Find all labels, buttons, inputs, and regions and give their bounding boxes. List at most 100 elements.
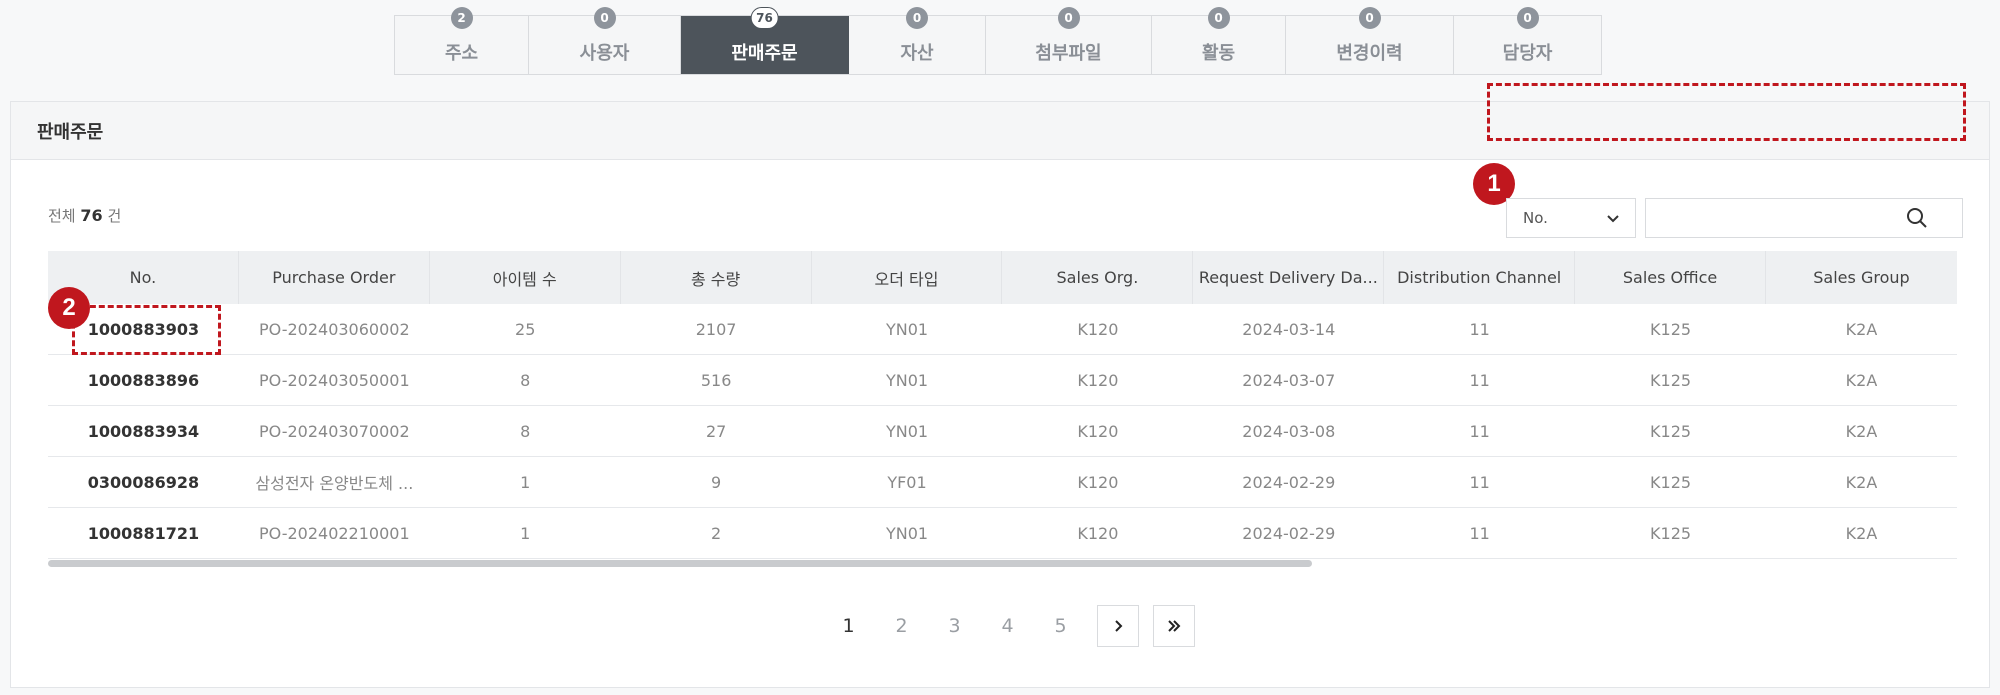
page-4-link[interactable]: 4 [981,615,1034,637]
tab-label: 변경이력 [1336,43,1403,64]
table-cell: PO-202403050001 [259,370,410,390]
table-cell: K125 [1650,523,1692,543]
column-header[interactable]: 오더 타입 [812,251,1003,304]
table-cell: 27 [705,421,727,441]
table-cell: K125 [1650,370,1692,390]
table-cell: 2024-03-08 [1242,421,1336,441]
double-chevron-right-icon [1168,620,1181,632]
tab-sales-orders[interactable]: 76 판매주문 [681,7,849,74]
next-page-button[interactable] [1097,605,1139,647]
page-1-link[interactable]: 1 [822,615,875,637]
tab-count-badge: 0 [1057,7,1080,29]
order-number-link[interactable]: 1000883896 [48,355,239,405]
search-icon[interactable] [1906,207,1928,229]
table-cell: YF01 [887,472,927,492]
table-cell: 1 [520,472,531,492]
table-cell: PO-202403070002 [259,421,410,441]
last-page-button[interactable] [1153,605,1195,647]
table-row[interactable]: 1000883903 PO-202403060002 25 2107 YN01 … [48,304,1957,355]
table-row[interactable]: 1000883934 PO-202403070002 8 27 YN01 K12… [48,406,1957,457]
table-cell: K2A [1845,421,1878,441]
table-cell: K120 [1077,421,1119,441]
tab-count-badge: 0 [1358,7,1381,29]
table-cell: K2A [1845,370,1878,390]
table-cell: K120 [1077,319,1119,339]
table-cell: 8 [520,370,531,390]
table-row[interactable]: 1000883896 PO-202403050001 8 516 YN01 K1… [48,355,1957,406]
order-number-link[interactable]: 1000881721 [48,508,239,558]
tab-attachments[interactable]: 0 첨부파일 [986,7,1152,74]
table-cell: YN01 [885,421,929,441]
table-cell: 11 [1469,421,1490,441]
tab-label: 첨부파일 [1035,43,1102,64]
table-cell: 11 [1469,472,1490,492]
tab-label: 활동 [1201,43,1236,64]
column-header[interactable]: Purchase Order [239,251,430,304]
page-5-link[interactable]: 5 [1034,615,1087,637]
annotation-badge-2: 2 [48,287,90,329]
tab-label: 주소 [444,43,479,64]
order-number-highlight-box [72,305,221,355]
tab-address[interactable]: 2 주소 [395,7,529,74]
tab-owners[interactable]: 0 담당자 [1454,7,1601,74]
search-field-select[interactable]: No. [1506,198,1636,238]
table-cell: 9 [711,472,722,492]
order-number-link[interactable]: 1000883934 [48,406,239,456]
tab-assets[interactable]: 0 자산 [849,7,986,74]
column-header[interactable]: 아이템 수 [430,251,621,304]
tab-label: 사용자 [579,43,630,64]
column-header[interactable]: Request Delivery Da... [1193,251,1385,304]
tab-count-badge: 0 [1207,7,1230,29]
column-header[interactable]: Distribution Channel [1384,251,1576,304]
table-cell: K125 [1650,319,1692,339]
table-cell: YN01 [885,523,929,543]
table-cell: YN01 [885,319,929,339]
table-cell: K2A [1845,319,1878,339]
sales-orders-table: No. Purchase Order 아이템 수 총 수량 오더 타입 Sale… [48,251,1957,567]
table-cell: K2A [1845,472,1878,492]
table-cell: 516 [700,370,732,390]
panel-title: 판매주문 [37,121,104,143]
tab-label: 담당자 [1502,43,1553,64]
table-row[interactable]: 0300086928 삼성전자 온양반도체 ... 1 9 YF01 K120 … [48,457,1957,508]
column-header[interactable]: Sales Org. [1002,251,1194,304]
tab-bar: 2 주소 0 사용자 76 판매주문 0 자산 0 첨부파일 0 활동 0 변경… [394,7,1602,75]
column-header[interactable]: Sales Group [1766,251,1957,304]
table-cell: 2024-02-29 [1242,472,1336,492]
column-header[interactable]: Sales Office [1575,251,1767,304]
table-cell: K125 [1650,421,1692,441]
table-row[interactable]: 1000881721 PO-202402210001 1 2 YN01 K120… [48,508,1957,559]
table-cell: 11 [1469,319,1490,339]
column-header[interactable]: 총 수량 [621,251,812,304]
table-cell: PO-202402210001 [259,523,410,543]
scrollbar-thumb[interactable] [48,560,1312,567]
chevron-down-icon [1607,215,1619,223]
tab-count-badge: 0 [1516,7,1539,29]
tab-change-history[interactable]: 0 변경이력 [1286,7,1454,74]
table-cell: 2024-03-14 [1242,319,1336,339]
table-cell: 25 [515,319,536,339]
tab-users[interactable]: 0 사용자 [529,7,681,74]
tab-label: 자산 [900,43,934,64]
table-cell: 2107 [695,319,737,339]
table-header: No. Purchase Order 아이템 수 총 수량 오더 타입 Sale… [48,251,1957,304]
tab-label: 판매주문 [731,43,798,64]
order-number-link[interactable]: 0300086928 [48,457,239,507]
horizontal-scrollbar[interactable] [48,560,1957,567]
table-cell: 2 [711,523,722,543]
pagination: 1 2 3 4 5 [822,605,1207,647]
table-cell: K120 [1077,523,1119,543]
tab-count-badge: 0 [906,7,928,29]
table-cell: 8 [520,421,531,441]
page-2-link[interactable]: 2 [875,615,928,637]
search-highlight-box [1487,83,1966,141]
table-cell: K2A [1845,523,1878,543]
table-cell: 1 [520,523,531,543]
table-cell: K120 [1077,472,1119,492]
page-3-link[interactable]: 3 [928,615,981,637]
table-cell: 11 [1469,370,1490,390]
table-cell: K125 [1650,472,1692,492]
table-cell: 삼성전자 온양반도체 ... [255,474,414,493]
tab-count-badge: 76 [750,7,779,29]
tab-activities[interactable]: 0 활동 [1152,7,1286,74]
